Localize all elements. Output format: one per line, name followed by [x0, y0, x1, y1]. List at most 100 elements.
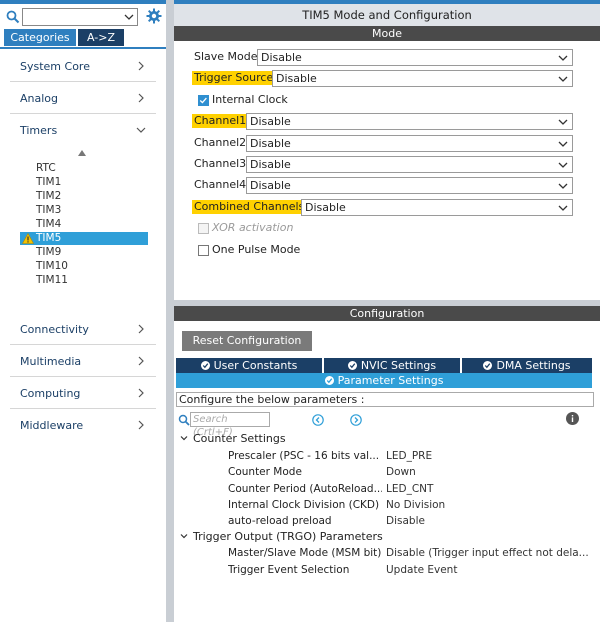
category-middleware[interactable]: Middleware	[0, 411, 166, 441]
tab-categories[interactable]: Categories	[4, 29, 76, 46]
category-timers[interactable]: Timers	[0, 116, 166, 146]
group-label: Trigger Output (TRGO) Parameters	[193, 530, 383, 543]
chevron-down-icon	[136, 127, 146, 133]
vertical-splitter[interactable]	[166, 0, 174, 622]
group-counter-settings[interactable]: Counter Settings	[180, 432, 286, 446]
check-circle-icon	[483, 361, 493, 370]
tab-a-to-z[interactable]: A->Z	[78, 29, 124, 46]
group-trigger-output[interactable]: Trigger Output (TRGO) Parameters	[180, 530, 383, 544]
categories-panel: Categories A->Z System Core Analog Timer…	[0, 0, 166, 622]
tab-label: DMA Settings	[496, 359, 571, 372]
select-value: Disable	[250, 115, 291, 128]
channel1-select[interactable]: Disable	[246, 113, 573, 130]
chevron-right-icon	[138, 388, 144, 398]
category-label: System Core	[20, 60, 90, 73]
category-system-core[interactable]: System Core	[0, 52, 166, 82]
reset-configuration-button[interactable]: Reset Configuration	[182, 331, 312, 351]
check-circle-icon	[324, 376, 334, 385]
chevron-down-icon	[558, 162, 568, 168]
xor-activation-checkbox[interactable]	[198, 223, 209, 234]
next-result-icon[interactable]	[350, 414, 362, 426]
chevron-down-icon	[558, 205, 568, 211]
internal-clock-checkbox[interactable]	[198, 95, 209, 106]
configuration-section: Configuration Reset Configuration User C…	[174, 306, 600, 622]
timer-item-rtc[interactable]: RTC	[20, 162, 148, 175]
search-row	[4, 8, 162, 26]
param-value[interactable]: Down	[386, 465, 592, 479]
check-icon	[199, 97, 207, 104]
info-icon[interactable]	[566, 412, 579, 425]
parameter-search-input[interactable]: Search (Crtl+F)	[190, 412, 270, 438]
select-value: Disable	[276, 72, 317, 85]
search-input[interactable]	[22, 8, 138, 26]
top-accent-bar	[174, 0, 600, 4]
channel2-label: Channel2	[194, 136, 247, 149]
param-name: Internal Clock Division (CKD)	[228, 499, 380, 511]
category-label: Analog	[20, 92, 59, 105]
category-multimedia[interactable]: Multimedia	[0, 347, 166, 377]
chevron-right-icon	[138, 93, 144, 103]
combined-channels-label: Combined Channels	[192, 200, 307, 214]
divider	[10, 344, 156, 345]
previous-result-icon[interactable]	[312, 414, 324, 426]
category-label: Connectivity	[20, 323, 89, 336]
param-name: Master/Slave Mode (MSM bit)	[228, 547, 382, 559]
divider	[10, 81, 156, 82]
select-value: Disable	[261, 51, 302, 64]
channel2-select[interactable]: Disable	[246, 135, 573, 152]
check-circle-icon	[200, 361, 210, 370]
timer-item-label: TIM5	[36, 232, 62, 244]
trigger-source-select[interactable]: Disable	[272, 70, 573, 87]
category-computing[interactable]: Computing	[0, 379, 166, 409]
timer-item-tim2[interactable]: TIM2	[20, 190, 148, 203]
one-pulse-mode-label: One Pulse Mode	[212, 243, 301, 256]
param-value[interactable]: Update Event	[386, 563, 592, 577]
parameters-description: Configure the below parameters :	[176, 392, 594, 407]
chevron-right-icon	[138, 356, 144, 366]
chevron-down-icon	[180, 534, 188, 539]
check-circle-icon	[347, 361, 357, 370]
category-label: Middleware	[20, 419, 84, 432]
category-analog[interactable]: Analog	[0, 84, 166, 114]
one-pulse-mode-checkbox[interactable]	[198, 245, 209, 256]
timer-item-tim4[interactable]: TIM4	[20, 218, 148, 231]
tab-parameter-settings[interactable]: Parameter Settings	[176, 373, 592, 388]
param-value[interactable]: Disable	[386, 514, 592, 528]
timer-item-tim1[interactable]: TIM1	[20, 176, 148, 189]
chevron-down-icon	[558, 119, 568, 125]
timer-item-tim3[interactable]: TIM3	[20, 204, 148, 217]
param-value[interactable]: Disable (Trigger input effect not dela..…	[386, 546, 592, 560]
channel3-select[interactable]: Disable	[246, 156, 573, 173]
param-value[interactable]: LED_PRE	[386, 449, 592, 463]
slave-mode-select[interactable]: Disable	[257, 49, 573, 66]
tab-dma-settings[interactable]: DMA Settings	[462, 358, 592, 373]
param-name: Trigger Event Selection	[228, 564, 350, 576]
page-title: TIM5 Mode and Configuration	[302, 8, 472, 22]
gear-icon[interactable]	[146, 8, 162, 24]
configuration-header: Configuration	[174, 306, 600, 321]
slave-mode-label: Slave Mode	[194, 50, 258, 63]
tab-user-constants[interactable]: User Constants	[176, 358, 322, 373]
mode-header: Mode	[174, 26, 600, 41]
channel4-select[interactable]: Disable	[246, 177, 573, 194]
scroll-up-icon[interactable]	[78, 150, 86, 156]
select-value: Disable	[250, 179, 291, 192]
chevron-down-icon	[558, 76, 568, 82]
param-value[interactable]: No Division	[386, 498, 592, 512]
combined-channels-select[interactable]: Disable	[301, 199, 573, 216]
param-name: Counter Mode	[228, 466, 302, 478]
timer-item-tim5[interactable]: TIM5	[20, 232, 148, 245]
timer-item-tim9[interactable]: TIM9	[20, 246, 148, 259]
chevron-down-icon[interactable]	[124, 12, 134, 22]
category-label: Timers	[20, 124, 58, 137]
tabs-underline	[0, 47, 166, 49]
category-connectivity[interactable]: Connectivity	[0, 315, 166, 345]
timer-item-tim10[interactable]: TIM10	[20, 260, 148, 273]
tab-nvic-settings[interactable]: NVIC Settings	[324, 358, 460, 373]
tab-label: Parameter Settings	[337, 374, 444, 387]
timer-item-tim11[interactable]: TIM11	[20, 274, 148, 287]
channel3-label: Channel3	[194, 157, 247, 170]
param-value[interactable]: LED_CNT	[386, 482, 592, 496]
group-label: Counter Settings	[193, 432, 286, 445]
chevron-down-icon	[558, 55, 568, 61]
